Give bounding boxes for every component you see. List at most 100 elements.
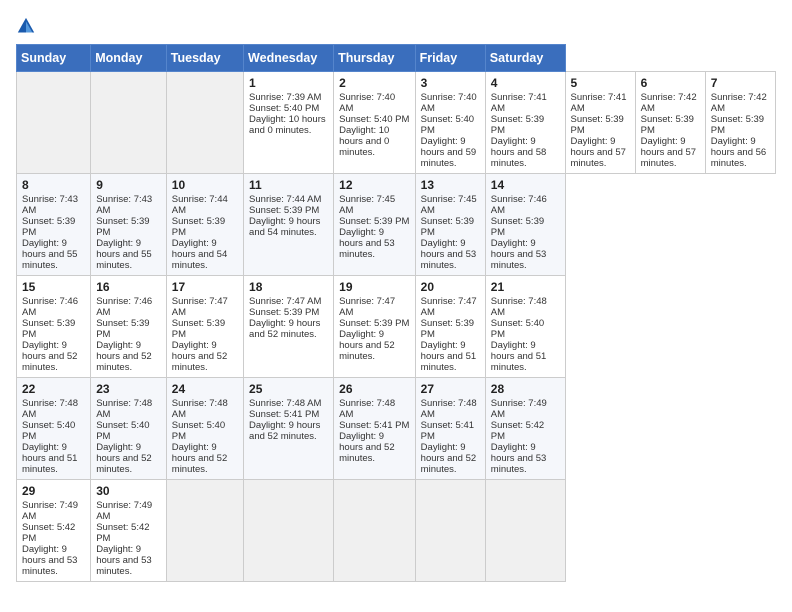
day-number: 29 <box>22 484 85 498</box>
calendar-cell <box>485 480 565 582</box>
calendar-cell: 23 Sunrise: 7:48 AMSunset: 5:40 PMDayligh… <box>91 378 167 480</box>
day-number: 27 <box>421 382 480 396</box>
page-container: SundayMondayTuesdayWednesdayThursdayFrid… <box>0 0 792 590</box>
sunrise-text: Sunrise: 7:43 AM <box>22 194 85 216</box>
daylight-text: Daylight: 9 hours and 54 minutes. <box>172 238 238 271</box>
day-number: 6 <box>641 76 700 90</box>
sunrise-text: Sunrise: 7:42 AM <box>641 92 700 114</box>
sunrise-text: Sunrise: 7:45 AM <box>339 194 410 216</box>
daylight-text: Daylight: 9 hours and 52 minutes. <box>249 318 328 340</box>
calendar-cell: 12 Sunrise: 7:45 AMSunset: 5:39 PMDayligh… <box>334 174 416 276</box>
calendar-header-sunday: Sunday <box>17 45 91 72</box>
calendar-header-row: SundayMondayTuesdayWednesdayThursdayFrid… <box>17 45 776 72</box>
calendar-week-row: 22Sunrise: 7:48 AMSunset: 5:40 PMDayligh… <box>17 378 776 480</box>
daylight-text: Daylight: 9 hours and 58 minutes. <box>491 136 560 169</box>
sunrise-text: Sunrise: 7:48 AM <box>172 398 238 420</box>
daylight-text: Daylight: 9 hours and 52 minutes. <box>172 340 238 373</box>
sunrise-text: Sunrise: 7:48 AM <box>339 398 410 420</box>
day-number: 23 <box>96 382 161 396</box>
sunrise-text: Sunrise: 7:44 AM <box>172 194 238 216</box>
calendar-cell: 21Sunrise: 7:48 AMSunset: 5:40 PMDayligh… <box>485 276 565 378</box>
calendar-cell: 5Sunrise: 7:41 AMSunset: 5:39 PMDaylight… <box>565 72 635 174</box>
calendar-cell: 14Sunrise: 7:46 AMSunset: 5:39 PMDayligh… <box>485 174 565 276</box>
daylight-text: Daylight: 9 hours and 53 minutes. <box>491 442 560 475</box>
day-number: 14 <box>491 178 560 192</box>
sunrise-text: Sunrise: 7:48 AM <box>96 398 161 420</box>
sunset-text: Sunset: 5:39 PM <box>641 114 700 136</box>
sunset-text: Sunset: 5:39 PM <box>491 216 560 238</box>
day-number: 7 <box>711 76 770 90</box>
calendar-cell: 26Sunrise: 7:48 AMSunset: 5:41 PMDayligh… <box>334 378 416 480</box>
daylight-text: Daylight: 9 hours and 52 minutes. <box>96 442 161 475</box>
sunset-text: Sunset: 5:39 PM <box>571 114 630 136</box>
day-number: 13 <box>421 178 480 192</box>
calendar-cell: 17Sunrise: 7:47 AMSunset: 5:39 PMDayligh… <box>166 276 243 378</box>
sunset-text: Sunset: 5:40 PM <box>339 114 410 125</box>
sunset-text: Sunset: 5:39 PM <box>339 216 410 227</box>
sunset-text: Sunset: 5:39 PM <box>339 318 410 329</box>
calendar-cell: 16Sunrise: 7:46 AMSunset: 5:39 PMDayligh… <box>91 276 167 378</box>
day-number: 30 <box>96 484 161 498</box>
sunset-text: Sunset: 5:41 PM <box>249 409 328 420</box>
sunrise-text: Sunrise: 7:46 AM <box>22 296 85 318</box>
calendar-cell: 9Sunrise: 7:43 AMSunset: 5:39 PMDaylight… <box>91 174 167 276</box>
calendar-cell: 25Sunrise: 7:48 AMSunset: 5:41 PMDayligh… <box>244 378 334 480</box>
sunset-text: Sunset: 5:39 PM <box>421 216 480 238</box>
daylight-text: Daylight: 9 hours and 52 minutes. <box>172 442 238 475</box>
sunrise-text: Sunrise: 7:48 AM <box>491 296 560 318</box>
calendar-cell <box>17 72 91 174</box>
daylight-text: Daylight: 9 hours and 53 minutes. <box>22 544 85 577</box>
sunset-text: Sunset: 5:40 PM <box>22 420 85 442</box>
calendar-cell: 19Sunrise: 7:47 AMSunset: 5:39 PMDayligh… <box>334 276 416 378</box>
calendar-cell: 4Sunrise: 7:41 AMSunset: 5:39 PMDaylight… <box>485 72 565 174</box>
sunrise-text: Sunrise: 7:48 AM <box>249 398 328 409</box>
calendar-cell <box>415 480 485 582</box>
sunrise-text: Sunrise: 7:43 AM <box>96 194 161 216</box>
calendar-cell <box>166 72 243 174</box>
calendar-cell: 18Sunrise: 7:47 AMSunset: 5:39 PMDayligh… <box>244 276 334 378</box>
day-number: 9 <box>96 178 161 192</box>
sunrise-text: Sunrise: 7:45 AM <box>421 194 480 216</box>
daylight-text: Daylight: 9 hours and 55 minutes. <box>96 238 161 271</box>
day-number: 5 <box>571 76 630 90</box>
daylight-text: Daylight: 9 hours and 53 minutes. <box>96 544 161 577</box>
day-number: 8 <box>22 178 85 192</box>
daylight-text: Daylight: 10 hours and 0 minutes. <box>249 114 328 136</box>
sunrise-text: Sunrise: 7:40 AM <box>339 92 410 114</box>
sunset-text: Sunset: 5:40 PM <box>96 420 161 442</box>
day-number: 19 <box>339 280 410 294</box>
calendar-cell <box>334 480 416 582</box>
daylight-text: Daylight: 9 hours and 53 minutes. <box>339 227 410 260</box>
calendar-cell: 15Sunrise: 7:46 AMSunset: 5:39 PMDayligh… <box>17 276 91 378</box>
sunrise-text: Sunrise: 7:47 AM <box>421 296 480 318</box>
calendar-header-thursday: Thursday <box>334 45 416 72</box>
calendar-cell: 2Sunrise: 7:40 AMSunset: 5:40 PMDaylight… <box>334 72 416 174</box>
day-number: 17 <box>172 280 238 294</box>
calendar-header-saturday: Saturday <box>485 45 565 72</box>
sunrise-text: Sunrise: 7:46 AM <box>96 296 161 318</box>
daylight-text: Daylight: 9 hours and 54 minutes. <box>249 216 328 238</box>
day-number: 12 <box>339 178 410 192</box>
day-number: 2 <box>339 76 410 90</box>
sunrise-text: Sunrise: 7:39 AM <box>249 92 328 103</box>
sunset-text: Sunset: 5:39 PM <box>172 216 238 238</box>
daylight-text: Daylight: 9 hours and 52 minutes. <box>22 340 85 373</box>
day-number: 1 <box>249 76 328 90</box>
daylight-text: Daylight: 9 hours and 52 minutes. <box>249 420 328 442</box>
sunrise-text: Sunrise: 7:41 AM <box>571 92 630 114</box>
daylight-text: Daylight: 9 hours and 56 minutes. <box>711 136 770 169</box>
sunrise-text: Sunrise: 7:47 AM <box>249 296 328 307</box>
sunrise-text: Sunrise: 7:47 AM <box>339 296 410 318</box>
sunset-text: Sunset: 5:39 PM <box>96 318 161 340</box>
calendar-cell <box>244 480 334 582</box>
calendar-cell: 10Sunrise: 7:44 AMSunset: 5:39 PMDayligh… <box>166 174 243 276</box>
sunset-text: Sunset: 5:39 PM <box>491 114 560 136</box>
calendar-cell: 28Sunrise: 7:49 AMSunset: 5:42 PMDayligh… <box>485 378 565 480</box>
sunrise-text: Sunrise: 7:48 AM <box>22 398 85 420</box>
day-number: 16 <box>96 280 161 294</box>
calendar-cell: 13Sunrise: 7:45 AMSunset: 5:39 PMDayligh… <box>415 174 485 276</box>
daylight-text: Daylight: 9 hours and 51 minutes. <box>491 340 560 373</box>
calendar-header-tuesday: Tuesday <box>166 45 243 72</box>
sunset-text: Sunset: 5:40 PM <box>172 420 238 442</box>
day-number: 11 <box>249 178 328 192</box>
